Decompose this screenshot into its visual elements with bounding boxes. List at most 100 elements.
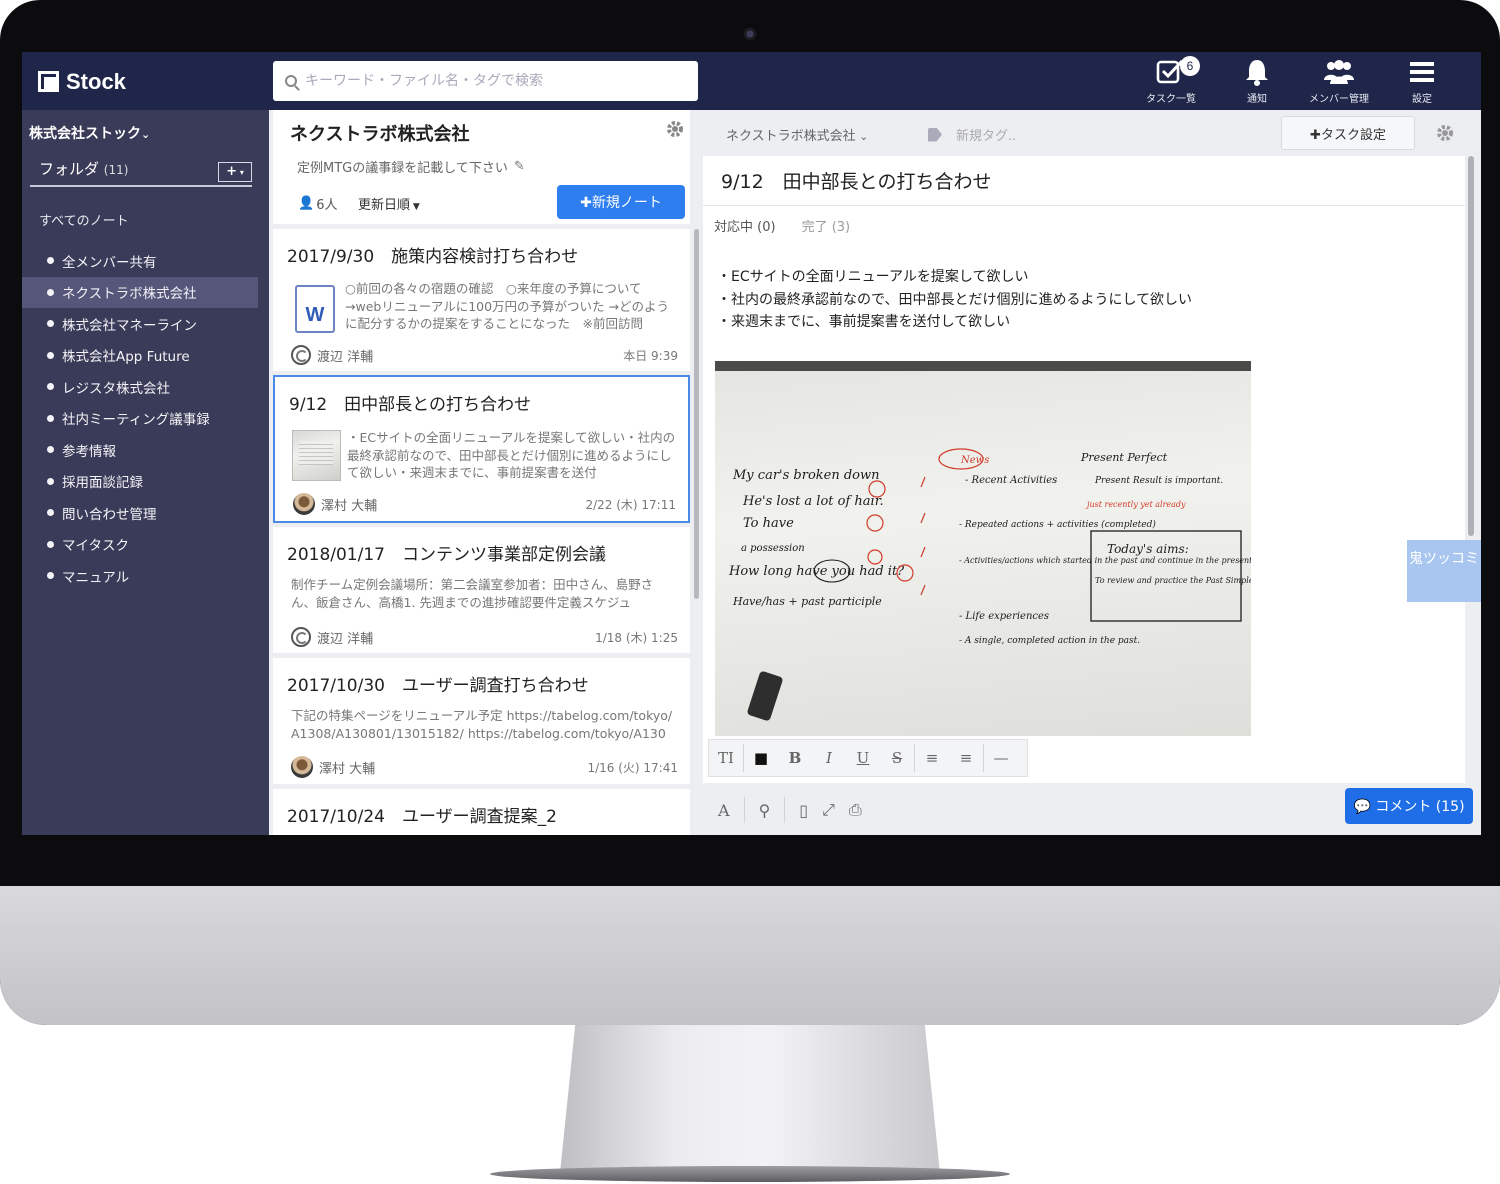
person-icon: 👤 <box>298 196 315 211</box>
gear-icon[interactable] <box>1436 124 1454 142</box>
sidebar-folder-item[interactable]: 全メンバー共有 <box>22 245 258 277</box>
note-card[interactable]: 2018/01/17 コンテンツ事業部定例会議 制作チーム定例会議場所：第二会議… <box>273 527 690 653</box>
whiteboard-thumbnail <box>292 430 341 481</box>
comment-button[interactable]: 💬 コメント (15) <box>1345 788 1473 824</box>
plus-icon: ✚ <box>580 195 592 211</box>
plus-icon: ✚ <box>1310 127 1321 143</box>
app-logo[interactable]: Stock <box>38 69 126 95</box>
avatar <box>291 627 311 647</box>
app-logo-text: Stock <box>66 69 126 94</box>
note-card[interactable]: 2017/10/30 ユーザー調査打ち合わせ 下記の特集ページをリニューアル予定… <box>273 658 690 784</box>
company-name: 株式会社ストック <box>29 126 141 142</box>
note-title: 2017/9/30 施策内容検討打ち合わせ <box>287 247 579 267</box>
sidebar-folder-item[interactable]: レジスタ株式会社 <box>22 371 258 403</box>
note-date: 1/18 (木) 1:25 <box>595 630 678 645</box>
document-scrollbar[interactable] <box>1468 156 1474 536</box>
member-management-button[interactable]: メンバー管理 <box>1309 58 1369 105</box>
text-color-icon[interactable]: ■ <box>744 749 778 767</box>
bullet-icon <box>47 572 54 580</box>
tab-completed[interactable]: 完了 (3) <box>802 216 851 235</box>
sidebar-folder-label: レジスタ株式会社 <box>62 380 170 397</box>
add-folder-button[interactable]: + ▾ <box>218 162 252 182</box>
note-card-selected[interactable]: 9/12 田中部長との打ち合わせ ・ECサイトの全面リニューアルを提案して欲しい… <box>273 375 690 523</box>
members-icon <box>1324 60 1354 84</box>
wb-text: just recently yet already <box>1085 500 1186 509</box>
note-author: 渡辺 洋輔 <box>317 349 374 365</box>
search-box[interactable] <box>273 61 698 101</box>
strikethrough-icon[interactable]: S <box>880 749 914 767</box>
numbered-list-icon[interactable]: ≡ <box>949 749 983 767</box>
member-count[interactable]: 👤 6人 <box>298 194 337 213</box>
bullet-icon <box>47 509 54 517</box>
settings-button[interactable]: 設定 <box>1408 58 1436 105</box>
sidebar-folder-item[interactable]: 株式会社マネーライン <box>22 308 258 340</box>
sort-dropdown[interactable]: 更新日順 ▼ <box>358 194 420 213</box>
italic-icon[interactable]: I <box>812 749 846 767</box>
note-meta: 渡辺 洋輔 本日 9:39 <box>291 345 678 365</box>
sidebar-folder-item[interactable]: 株式会社App Future <box>22 340 258 372</box>
expand-icon[interactable]: ⤢ <box>822 800 835 820</box>
wb-text: Have/has + past participle <box>732 595 882 608</box>
whiteboard-photo[interactable]: My car's broken down He's lost a lot of … <box>715 361 1251 736</box>
print-icon[interactable]: ⎙ <box>849 800 862 820</box>
monitor-stand-base <box>490 1166 1010 1182</box>
note-meta: 渡辺 洋輔 1/18 (木) 1:25 <box>291 627 678 647</box>
bullet-icon <box>47 540 54 548</box>
wb-text: - Activities/actions which started in th… <box>959 556 1251 565</box>
sidebar-folder-item[interactable]: 問い合わせ管理 <box>22 497 258 529</box>
text-size-icon[interactable]: TI <box>709 749 743 767</box>
document-icon[interactable]: ▯ <box>799 801 808 820</box>
bullet-icon <box>47 446 54 454</box>
pencil-icon[interactable]: ✎ <box>514 159 525 174</box>
all-notes-link[interactable]: すべてのノート <box>39 210 129 229</box>
task-list-label: タスク一覧 <box>1146 94 1196 105</box>
sidebar-folder-item[interactable]: マニュアル <box>22 560 258 592</box>
oni-tsukkomi-tab[interactable]: 鬼ツッコミ <box>1407 540 1481 602</box>
notification-button[interactable]: 通知 <box>1243 58 1271 105</box>
gear-icon[interactable] <box>666 120 684 138</box>
sidebar-folder-label: 採用面談記録 <box>62 475 143 492</box>
chevron-down-icon: ⌄ <box>141 128 151 141</box>
note-preview: ・ECサイトの全面リニューアルを提案して欲しい・社内の最終承認前なので、田中部長… <box>347 430 676 480</box>
bold-icon[interactable]: B <box>778 749 812 767</box>
breadcrumb[interactable]: ネクストラボ株式会社 ⌄ <box>726 125 868 144</box>
sidebar-folder-item[interactable]: 採用面談記録 <box>22 466 258 498</box>
sidebar-folder-item-active[interactable]: ネクストラボ株式会社 <box>22 276 258 308</box>
top-bar: Stock 6 タスク一覧 <box>22 52 1481 110</box>
wb-text: My car's broken down <box>732 468 880 483</box>
monitor-chin <box>0 886 1500 1025</box>
font-format-icon[interactable]: A <box>718 801 730 820</box>
sidebar-folder-item[interactable]: 社内ミーティング議事録 <box>22 403 258 435</box>
note-author: 渡辺 洋輔 <box>317 631 374 647</box>
note-document: 9/12 田中部長との打ち合わせ 対応中 (0) 完了 (3) ・ECサイトの全… <box>703 156 1465 783</box>
note-title: 2017/10/30 ユーザー調査打ち合わせ <box>287 676 589 696</box>
note-detail-title[interactable]: 9/12 田中部長との打ち合わせ <box>721 167 991 194</box>
company-switcher[interactable]: 株式会社ストック⌄ <box>29 123 150 143</box>
notes-scrollbar[interactable] <box>694 229 699 599</box>
new-note-button[interactable]: ✚新規ノート <box>557 185 685 219</box>
task-settings-label: タスク設定 <box>1320 127 1386 143</box>
sidebar-folder-label: ネクストラボ株式会社 <box>62 286 197 303</box>
hamburger-menu-icon <box>1410 62 1434 82</box>
bullet-list-icon[interactable]: ≡ <box>915 749 949 767</box>
underline-icon[interactable]: U <box>846 749 880 767</box>
bullet-icon <box>47 383 54 391</box>
task-list-button[interactable]: 6 タスク一覧 <box>1146 56 1200 105</box>
tag-icon <box>928 127 942 142</box>
attachment-icon[interactable]: ⚲ <box>759 801 771 820</box>
monitor-stand-neck <box>560 1025 940 1173</box>
sidebar-folder-item[interactable]: マイタスク <box>22 529 258 561</box>
tab-in-progress[interactable]: 対応中 (0) <box>714 216 776 235</box>
note-card[interactable]: 2017/10/24 ユーザー調査提案_2 <box>273 789 690 835</box>
horizontal-rule-icon[interactable]: — <box>984 749 1018 767</box>
divider <box>703 205 1465 206</box>
wb-text: News <box>960 455 989 466</box>
word-file-icon: W <box>295 285 335 333</box>
search-input[interactable] <box>305 73 685 89</box>
tag-input[interactable]: 新規タグ.. <box>928 125 1016 144</box>
task-settings-button[interactable]: ✚タスク設定 <box>1281 116 1415 150</box>
sidebar-folder-item[interactable]: 参考情報 <box>22 434 258 466</box>
note-card[interactable]: 2017/9/30 施策内容検討打ち合わせ W ○前回の各々の宿題の確認 ○来年… <box>273 229 690 371</box>
wb-text: Present Result is important. <box>1094 476 1223 486</box>
note-body[interactable]: ・ECサイトの全面リニューアルを提案して欲しい ・社内の最終承認前なので、田中部… <box>717 266 1192 334</box>
